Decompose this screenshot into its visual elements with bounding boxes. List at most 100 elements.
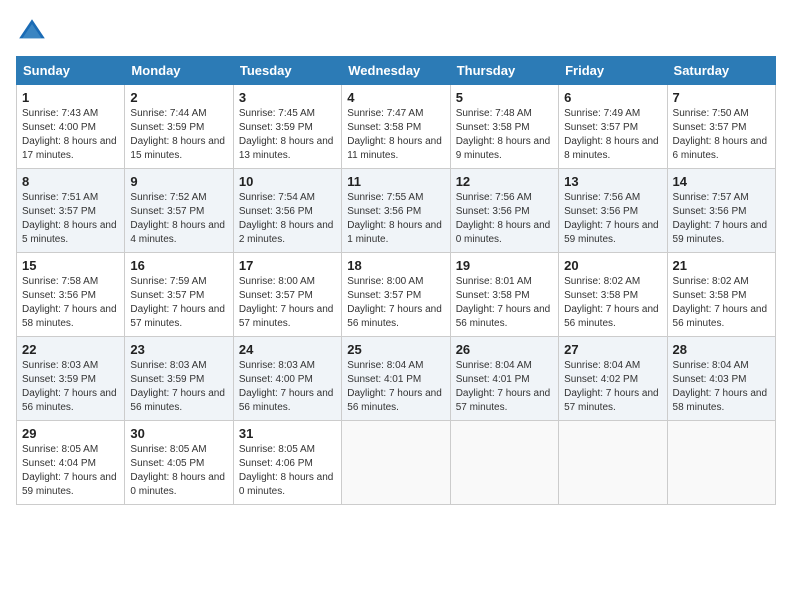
calendar-cell: 12 Sunrise: 7:56 AM Sunset: 3:56 PM Dayl… bbox=[450, 169, 558, 253]
day-number: 14 bbox=[673, 174, 770, 189]
calendar-cell: 21 Sunrise: 8:02 AM Sunset: 3:58 PM Dayl… bbox=[667, 253, 775, 337]
day-info: Sunrise: 8:03 AM Sunset: 3:59 PM Dayligh… bbox=[130, 360, 225, 413]
calendar-cell: 9 Sunrise: 7:52 AM Sunset: 3:57 PM Dayli… bbox=[125, 169, 233, 253]
day-number: 28 bbox=[673, 342, 770, 357]
calendar-week-4: 22 Sunrise: 8:03 AM Sunset: 3:59 PM Dayl… bbox=[17, 337, 776, 421]
day-number: 26 bbox=[456, 342, 553, 357]
calendar-cell bbox=[667, 421, 775, 505]
col-header-friday: Friday bbox=[559, 57, 667, 85]
calendar-cell: 26 Sunrise: 8:04 AM Sunset: 4:01 PM Dayl… bbox=[450, 337, 558, 421]
day-info: Sunrise: 8:04 AM Sunset: 4:02 PM Dayligh… bbox=[564, 360, 659, 413]
day-number: 18 bbox=[347, 258, 444, 273]
calendar-cell: 17 Sunrise: 8:00 AM Sunset: 3:57 PM Dayl… bbox=[233, 253, 341, 337]
day-number: 6 bbox=[564, 90, 661, 105]
day-info: Sunrise: 8:00 AM Sunset: 3:57 PM Dayligh… bbox=[347, 276, 442, 329]
calendar-cell: 20 Sunrise: 8:02 AM Sunset: 3:58 PM Dayl… bbox=[559, 253, 667, 337]
day-number: 4 bbox=[347, 90, 444, 105]
day-info: Sunrise: 7:43 AM Sunset: 4:00 PM Dayligh… bbox=[22, 108, 117, 161]
day-info: Sunrise: 7:51 AM Sunset: 3:57 PM Dayligh… bbox=[22, 192, 117, 245]
calendar-cell: 31 Sunrise: 8:05 AM Sunset: 4:06 PM Dayl… bbox=[233, 421, 341, 505]
calendar-cell: 23 Sunrise: 8:03 AM Sunset: 3:59 PM Dayl… bbox=[125, 337, 233, 421]
calendar-cell: 24 Sunrise: 8:03 AM Sunset: 4:00 PM Dayl… bbox=[233, 337, 341, 421]
calendar-week-2: 8 Sunrise: 7:51 AM Sunset: 3:57 PM Dayli… bbox=[17, 169, 776, 253]
col-header-tuesday: Tuesday bbox=[233, 57, 341, 85]
page-container: SundayMondayTuesdayWednesdayThursdayFrid… bbox=[16, 16, 776, 505]
day-info: Sunrise: 8:02 AM Sunset: 3:58 PM Dayligh… bbox=[564, 276, 659, 329]
calendar-cell: 8 Sunrise: 7:51 AM Sunset: 3:57 PM Dayli… bbox=[17, 169, 125, 253]
day-number: 24 bbox=[239, 342, 336, 357]
calendar-cell: 28 Sunrise: 8:04 AM Sunset: 4:03 PM Dayl… bbox=[667, 337, 775, 421]
day-info: Sunrise: 8:05 AM Sunset: 4:04 PM Dayligh… bbox=[22, 444, 117, 497]
day-number: 1 bbox=[22, 90, 119, 105]
day-info: Sunrise: 7:55 AM Sunset: 3:56 PM Dayligh… bbox=[347, 192, 442, 245]
calendar-table: SundayMondayTuesdayWednesdayThursdayFrid… bbox=[16, 56, 776, 505]
day-number: 8 bbox=[22, 174, 119, 189]
calendar-cell: 25 Sunrise: 8:04 AM Sunset: 4:01 PM Dayl… bbox=[342, 337, 450, 421]
day-info: Sunrise: 7:45 AM Sunset: 3:59 PM Dayligh… bbox=[239, 108, 334, 161]
day-number: 30 bbox=[130, 426, 227, 441]
day-info: Sunrise: 7:56 AM Sunset: 3:56 PM Dayligh… bbox=[456, 192, 551, 245]
day-number: 23 bbox=[130, 342, 227, 357]
day-number: 29 bbox=[22, 426, 119, 441]
calendar-week-3: 15 Sunrise: 7:58 AM Sunset: 3:56 PM Dayl… bbox=[17, 253, 776, 337]
day-number: 20 bbox=[564, 258, 661, 273]
day-info: Sunrise: 8:03 AM Sunset: 3:59 PM Dayligh… bbox=[22, 360, 117, 413]
calendar-cell: 4 Sunrise: 7:47 AM Sunset: 3:58 PM Dayli… bbox=[342, 85, 450, 169]
day-number: 13 bbox=[564, 174, 661, 189]
day-number: 22 bbox=[22, 342, 119, 357]
calendar-cell: 16 Sunrise: 7:59 AM Sunset: 3:57 PM Dayl… bbox=[125, 253, 233, 337]
day-number: 7 bbox=[673, 90, 770, 105]
day-number: 25 bbox=[347, 342, 444, 357]
calendar-week-1: 1 Sunrise: 7:43 AM Sunset: 4:00 PM Dayli… bbox=[17, 85, 776, 169]
calendar-cell: 11 Sunrise: 7:55 AM Sunset: 3:56 PM Dayl… bbox=[342, 169, 450, 253]
day-info: Sunrise: 7:47 AM Sunset: 3:58 PM Dayligh… bbox=[347, 108, 442, 161]
calendar-cell: 2 Sunrise: 7:44 AM Sunset: 3:59 PM Dayli… bbox=[125, 85, 233, 169]
day-info: Sunrise: 7:58 AM Sunset: 3:56 PM Dayligh… bbox=[22, 276, 117, 329]
day-info: Sunrise: 8:04 AM Sunset: 4:03 PM Dayligh… bbox=[673, 360, 768, 413]
day-info: Sunrise: 7:44 AM Sunset: 3:59 PM Dayligh… bbox=[130, 108, 225, 161]
day-number: 19 bbox=[456, 258, 553, 273]
col-header-sunday: Sunday bbox=[17, 57, 125, 85]
day-info: Sunrise: 7:50 AM Sunset: 3:57 PM Dayligh… bbox=[673, 108, 768, 161]
day-info: Sunrise: 7:49 AM Sunset: 3:57 PM Dayligh… bbox=[564, 108, 659, 161]
day-info: Sunrise: 7:57 AM Sunset: 3:56 PM Dayligh… bbox=[673, 192, 768, 245]
day-info: Sunrise: 7:56 AM Sunset: 3:56 PM Dayligh… bbox=[564, 192, 659, 245]
day-info: Sunrise: 8:00 AM Sunset: 3:57 PM Dayligh… bbox=[239, 276, 334, 329]
day-info: Sunrise: 8:01 AM Sunset: 3:58 PM Dayligh… bbox=[456, 276, 551, 329]
calendar-cell: 29 Sunrise: 8:05 AM Sunset: 4:04 PM Dayl… bbox=[17, 421, 125, 505]
day-number: 2 bbox=[130, 90, 227, 105]
calendar-cell: 7 Sunrise: 7:50 AM Sunset: 3:57 PM Dayli… bbox=[667, 85, 775, 169]
day-number: 16 bbox=[130, 258, 227, 273]
calendar-cell: 18 Sunrise: 8:00 AM Sunset: 3:57 PM Dayl… bbox=[342, 253, 450, 337]
calendar-cell: 19 Sunrise: 8:01 AM Sunset: 3:58 PM Dayl… bbox=[450, 253, 558, 337]
logo-icon bbox=[16, 16, 48, 48]
day-info: Sunrise: 8:04 AM Sunset: 4:01 PM Dayligh… bbox=[347, 360, 442, 413]
day-info: Sunrise: 8:05 AM Sunset: 4:05 PM Dayligh… bbox=[130, 444, 225, 497]
col-header-saturday: Saturday bbox=[667, 57, 775, 85]
calendar-cell: 14 Sunrise: 7:57 AM Sunset: 3:56 PM Dayl… bbox=[667, 169, 775, 253]
calendar-cell bbox=[342, 421, 450, 505]
day-info: Sunrise: 8:03 AM Sunset: 4:00 PM Dayligh… bbox=[239, 360, 334, 413]
calendar-cell: 6 Sunrise: 7:49 AM Sunset: 3:57 PM Dayli… bbox=[559, 85, 667, 169]
logo bbox=[16, 16, 52, 48]
calendar-cell: 13 Sunrise: 7:56 AM Sunset: 3:56 PM Dayl… bbox=[559, 169, 667, 253]
day-number: 17 bbox=[239, 258, 336, 273]
calendar-cell: 30 Sunrise: 8:05 AM Sunset: 4:05 PM Dayl… bbox=[125, 421, 233, 505]
calendar-cell: 3 Sunrise: 7:45 AM Sunset: 3:59 PM Dayli… bbox=[233, 85, 341, 169]
day-info: Sunrise: 7:48 AM Sunset: 3:58 PM Dayligh… bbox=[456, 108, 551, 161]
day-number: 27 bbox=[564, 342, 661, 357]
day-number: 12 bbox=[456, 174, 553, 189]
calendar-cell: 27 Sunrise: 8:04 AM Sunset: 4:02 PM Dayl… bbox=[559, 337, 667, 421]
day-info: Sunrise: 7:52 AM Sunset: 3:57 PM Dayligh… bbox=[130, 192, 225, 245]
col-header-wednesday: Wednesday bbox=[342, 57, 450, 85]
day-info: Sunrise: 8:04 AM Sunset: 4:01 PM Dayligh… bbox=[456, 360, 551, 413]
day-number: 9 bbox=[130, 174, 227, 189]
calendar-cell bbox=[450, 421, 558, 505]
day-number: 10 bbox=[239, 174, 336, 189]
day-number: 21 bbox=[673, 258, 770, 273]
day-info: Sunrise: 8:05 AM Sunset: 4:06 PM Dayligh… bbox=[239, 444, 334, 497]
calendar-cell: 5 Sunrise: 7:48 AM Sunset: 3:58 PM Dayli… bbox=[450, 85, 558, 169]
calendar-week-5: 29 Sunrise: 8:05 AM Sunset: 4:04 PM Dayl… bbox=[17, 421, 776, 505]
day-number: 3 bbox=[239, 90, 336, 105]
day-number: 11 bbox=[347, 174, 444, 189]
